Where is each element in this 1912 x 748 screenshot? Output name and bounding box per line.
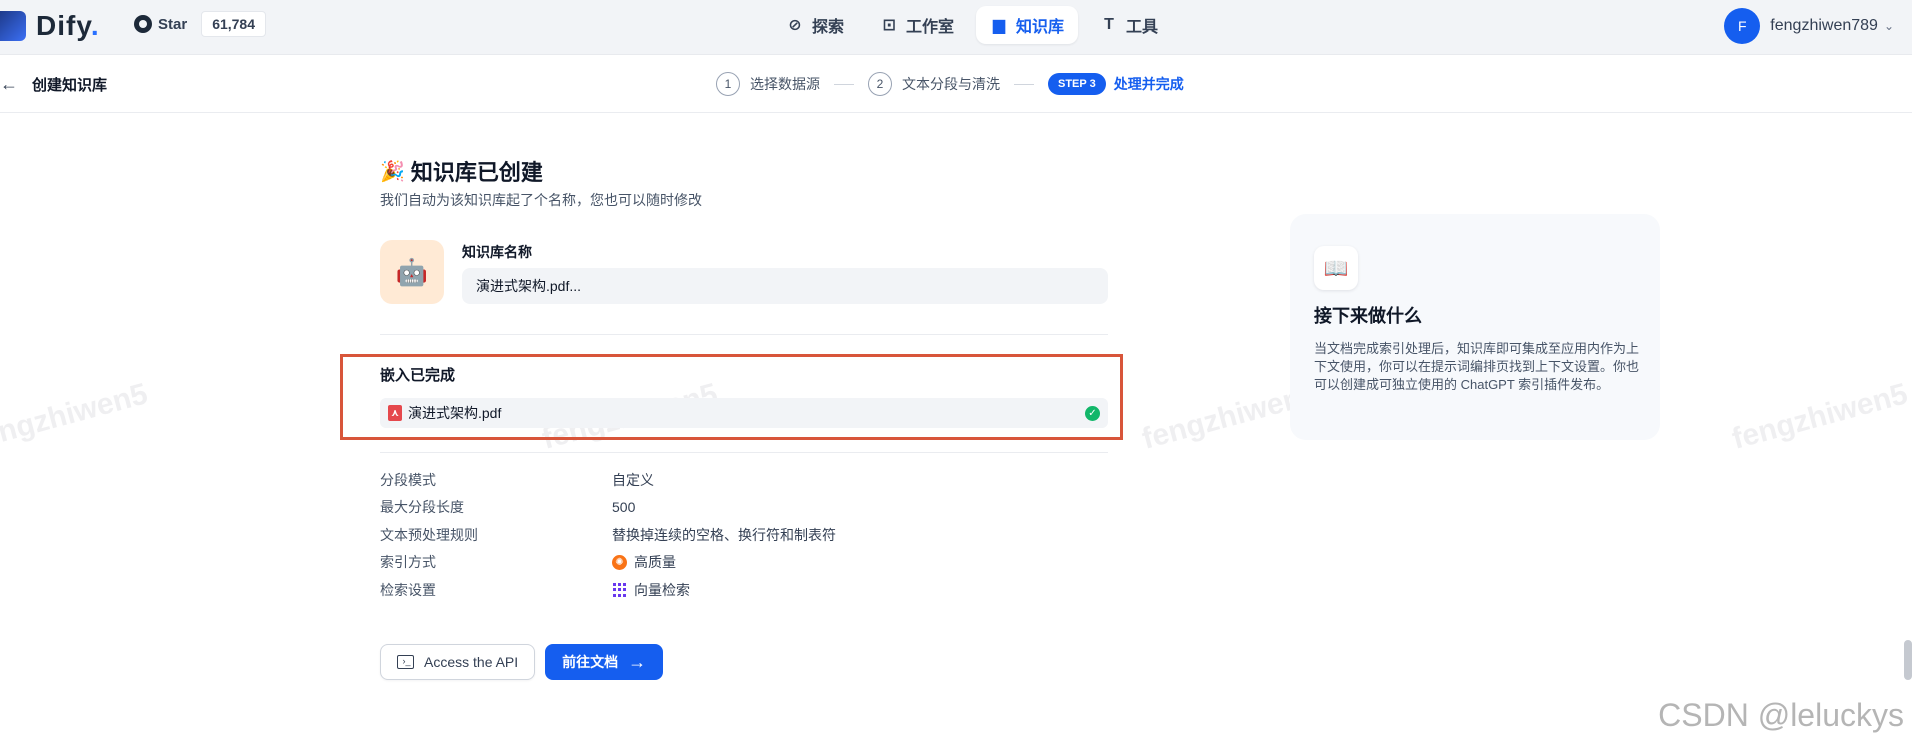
nav-tools[interactable]: T 工具 [1086, 6, 1172, 44]
footer-credit: CSDN @leluckys [1658, 697, 1904, 733]
top-navbar: Dify. Star 61,784 ⊘ 探索 ⊡ 工作室 ▆ 知识库 T 工具 … [0, 0, 1912, 55]
kb-name-row: 🤖 知识库名称 [380, 240, 1110, 306]
high-quality-icon: ✺ [612, 554, 627, 570]
info-row: 索引方式 ✺ 高质量 [380, 554, 676, 571]
nav-studio[interactable]: ⊡ 工作室 [866, 6, 968, 44]
book-icon: ▆ [992, 17, 1006, 34]
file-name: 演进式架构.pdf [408, 405, 502, 421]
divider [380, 452, 1108, 453]
next-steps-card: 📖 接下来做什么 当文档完成索引处理后，知识库即可集成至应用内作为上下文使用，你… [1290, 214, 1660, 440]
terminal-icon: ›_ [397, 655, 414, 669]
next-steps-body: 当文档完成索引处理后，知识库即可集成至应用内作为上下文使用，你可以在提示词编排页… [1314, 341, 1640, 392]
dify-logo[interactable]: Dify. [0, 8, 100, 44]
step-2-number: 2 [868, 72, 892, 96]
star-count: 61,784 [201, 11, 267, 37]
star-label: Star [158, 15, 188, 33]
user-menu[interactable]: F fengzhiwen789 ⌄ [1724, 6, 1894, 46]
nav-explore[interactable]: ⊘ 探索 [772, 6, 858, 44]
go-to-documents-button[interactable]: 前往文档 → [545, 644, 664, 680]
step-divider [834, 83, 854, 85]
step-divider [1014, 83, 1034, 85]
stepper: 1 选择数据源 2 文本分段与清洗 STEP 3 处理并完成 [716, 72, 1184, 96]
info-row: 分段模式 自定义 [380, 471, 654, 488]
nav-knowledge[interactable]: ▆ 知识库 [976, 6, 1079, 44]
kb-name-input[interactable] [462, 268, 1108, 304]
pdf-file-icon: ⋏ [388, 405, 402, 421]
step-3-label: 处理并完成 [1113, 76, 1184, 92]
github-icon [134, 15, 152, 33]
github-star-button[interactable]: Star 61,784 [134, 10, 267, 38]
next-steps-title: 接下来做什么 [1314, 306, 1422, 326]
watermark: fengzhiwen5 [0, 377, 152, 456]
logo-mark-icon [0, 11, 26, 41]
divider [380, 334, 1108, 335]
compass-icon: ⊘ [788, 17, 802, 34]
success-title: 知识库已创建 [410, 160, 543, 185]
brand-name: Dify [36, 10, 91, 41]
arrow-right-icon: → [628, 651, 647, 672]
step-1-label: 选择数据源 [750, 76, 820, 92]
page-title: 创建知识库 [32, 76, 108, 94]
step-2-label: 文本分段与清洗 [902, 76, 1000, 92]
scrollbar-thumb[interactable] [1904, 640, 1912, 680]
robot-icon[interactable]: 🤖 [380, 240, 444, 304]
avatar: F [1724, 8, 1761, 44]
kb-name-label: 知识库名称 [462, 244, 532, 260]
info-row: 最大分段长度 500 [380, 499, 636, 516]
info-row: 文本预处理规则 替换掉连续的空格、换行符和制表符 [380, 526, 836, 543]
info-row: 检索设置 向量检索 [380, 581, 690, 598]
open-book-icon: 📖 [1314, 246, 1358, 290]
main-content: 🎉 知识库已创建 我们自动为该知识库起了个名称，您也可以随时修改 🤖 知识库名称… [340, 156, 1123, 680]
main-nav: ⊘ 探索 ⊡ 工作室 ▆ 知识库 T 工具 [772, 6, 1172, 48]
settings-summary: 分段模式 自定义 最大分段长度 500 文本预处理规则 替换掉连续的空格、换行符… [380, 466, 1108, 604]
step-3-badge: STEP 3 [1048, 73, 1106, 95]
success-subtitle: 我们自动为该知识库起了个名称，您也可以随时修改 [380, 192, 702, 208]
arrow-left-icon: ← [0, 73, 18, 94]
back-button[interactable]: ← 创建知识库 [0, 72, 107, 96]
chevron-down-icon: ⌄ [1883, 19, 1894, 33]
step-bar: ← 创建知识库 1 选择数据源 2 文本分段与清洗 STEP 3 处理并完成 [0, 56, 1912, 113]
check-circle-icon: ✓ [1085, 405, 1100, 421]
hammer-icon: T [1104, 16, 1114, 33]
vector-grid-icon [612, 582, 627, 597]
embed-status-title: 嵌入已完成 [380, 367, 456, 384]
robot-icon: ⊡ [882, 17, 896, 34]
step-1-number: 1 [716, 72, 740, 96]
file-item: ⋏ 演进式架构.pdf ✓ [380, 398, 1108, 428]
party-popper-icon: 🎉 [380, 160, 405, 183]
access-api-button[interactable]: ›_ Access the API [380, 644, 536, 680]
action-buttons: ›_ Access the API 前往文档 → [380, 644, 664, 680]
user-name: fengzhiwen789 [1770, 17, 1878, 34]
watermark: fengzhiwen5 [1728, 377, 1912, 456]
